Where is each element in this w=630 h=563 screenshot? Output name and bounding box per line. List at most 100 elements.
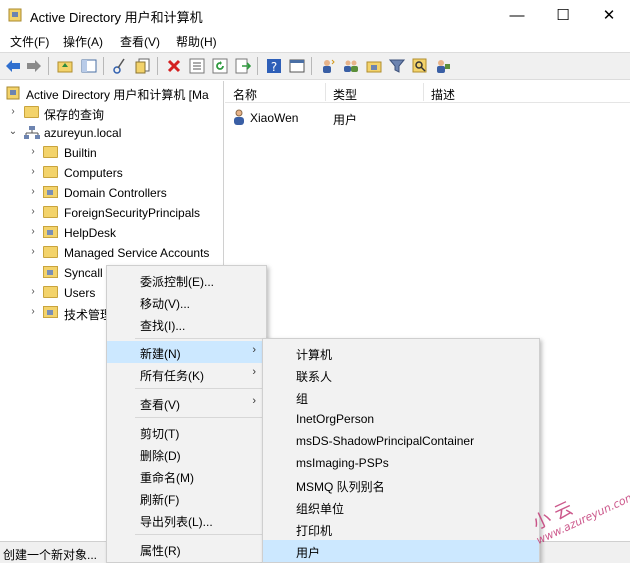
column-header-type[interactable]: 类型 <box>333 86 357 103</box>
folder-icon <box>43 206 58 218</box>
menu-item-delegate-control[interactable]: 委派控制(E)... <box>107 269 266 291</box>
tree-item-label: Users <box>64 286 96 300</box>
menu-item-cut[interactable]: 剪切(T) <box>107 421 266 443</box>
submenu-item-msds-shadow-principal-container[interactable]: msDS-ShadowPrincipalContainer <box>263 430 539 452</box>
user-icon <box>232 109 246 125</box>
export-icon[interactable] <box>234 57 252 75</box>
menu-view[interactable]: 查看(V) <box>120 33 160 50</box>
chevron-right-icon[interactable]: › <box>28 226 38 237</box>
forward-arrow-icon[interactable] <box>25 57 43 75</box>
chevron-down-icon[interactable]: ⌄ <box>8 126 18 137</box>
add-to-group-icon[interactable] <box>434 57 452 75</box>
tree-item-saved-queries[interactable]: › 保存的查询 <box>0 103 223 123</box>
close-button[interactable]: ✕ <box>586 0 630 30</box>
menu-file[interactable]: 文件(F) <box>10 33 49 50</box>
folder-icon <box>24 106 39 118</box>
show-tree-icon[interactable] <box>80 57 98 75</box>
maximize-button[interactable]: ☐ <box>540 0 586 30</box>
tree-item-label: HelpDesk <box>64 226 117 240</box>
tree-item-domain-controllers[interactable]: › Domain Controllers <box>0 183 223 203</box>
column-header-description[interactable]: 描述 <box>431 86 455 103</box>
menu-item-view[interactable]: 查看(V) › <box>107 392 266 414</box>
menu-bar: 文件(F) 操作(A) 查看(V) 帮助(H) <box>0 30 630 52</box>
submenu-item-contact[interactable]: 联系人 <box>263 364 539 386</box>
svg-text:?: ? <box>271 60 277 74</box>
ou-folder-icon <box>43 306 58 318</box>
menu-item-properties[interactable]: 属性(R) <box>107 538 266 560</box>
status-text: 创建一个新对象... <box>3 548 98 562</box>
tree-item-label: Builtin <box>64 146 97 160</box>
chevron-right-icon[interactable]: › <box>28 166 38 177</box>
new-ou-icon[interactable] <box>365 57 383 75</box>
submenu-item-ou[interactable]: 组织单位 <box>263 496 539 518</box>
tree-item-label: Domain Controllers <box>64 186 167 200</box>
chevron-right-icon: › <box>252 395 256 407</box>
chevron-right-icon[interactable]: › <box>8 106 18 117</box>
tree-item-computers[interactable]: › Computers <box>0 163 223 183</box>
back-arrow-icon[interactable] <box>4 57 22 75</box>
minimize-button[interactable]: — <box>494 0 540 30</box>
window-title: Active Directory 用户和计算机 <box>30 10 203 25</box>
tree-item-helpdesk[interactable]: › HelpDesk <box>0 223 223 243</box>
chevron-right-icon[interactable]: › <box>28 246 38 257</box>
refresh-icon[interactable] <box>211 57 229 75</box>
menu-item-find[interactable]: 查找(I)... <box>107 313 266 335</box>
tree-item-label: Managed Service Accounts <box>64 246 210 260</box>
chevron-right-icon[interactable]: › <box>28 306 38 317</box>
new-group-icon[interactable] <box>342 57 360 75</box>
submenu-item-group[interactable]: 组 <box>263 386 539 408</box>
find-icon[interactable] <box>411 57 429 75</box>
tree-item-label: 技术管理 <box>64 308 113 322</box>
tree-root-label: Active Directory 用户和计算机 [Ma <box>26 88 209 102</box>
chevron-right-icon[interactable]: › <box>28 206 38 217</box>
menu-action[interactable]: 操作(A) <box>63 33 103 50</box>
tree-item-label: ForeignSecurityPrincipals <box>64 206 201 220</box>
list-header: 名称 类型 描述 <box>225 81 630 103</box>
context-menu: 委派控制(E)... 移动(V)... 查找(I)... 新建(N) › 所有任… <box>106 265 267 563</box>
list-item-name: XiaoWen <box>250 111 299 125</box>
menu-item-delete[interactable]: 删除(D) <box>107 443 266 465</box>
tree-item-foreign-security-principals[interactable]: › ForeignSecurityPrincipals <box>0 203 223 223</box>
delete-icon[interactable] <box>165 57 183 75</box>
menu-item-new[interactable]: 新建(N) › <box>107 341 266 363</box>
list-item-type: 用户 <box>333 113 358 127</box>
view-icon[interactable] <box>288 57 306 75</box>
submenu-item-inetorgperson[interactable]: InetOrgPerson <box>263 408 539 430</box>
menu-help[interactable]: 帮助(H) <box>176 33 217 50</box>
tree-item-builtin[interactable]: › Builtin <box>0 143 223 163</box>
submenu-item-msimaging-psps[interactable]: msImaging-PSPs <box>263 452 539 474</box>
menu-item-rename[interactable]: 重命名(M) <box>107 465 266 487</box>
filter-icon[interactable] <box>388 57 406 75</box>
tree-root[interactable]: Active Directory 用户和计算机 [Ma <box>0 83 223 103</box>
ou-folder-icon <box>43 266 58 278</box>
submenu-item-msmq-queue-alias[interactable]: MSMQ 队列别名 <box>263 474 539 496</box>
tree-item-managed-service-accounts[interactable]: › Managed Service Accounts <box>0 243 223 263</box>
menu-item-all-tasks[interactable]: 所有任务(K) › <box>107 363 266 385</box>
title-bar: Active Directory 用户和计算机 — ☐ ✕ <box>0 0 630 30</box>
submenu-item-printer[interactable]: 打印机 <box>263 518 539 540</box>
column-header-name[interactable]: 名称 <box>233 86 257 103</box>
submenu-item-user[interactable]: 用户 <box>263 540 539 562</box>
tree-item-label: Syncall <box>64 266 103 280</box>
help-icon[interactable]: ? <box>265 57 283 75</box>
menu-item-export-list[interactable]: 导出列表(L)... <box>107 509 266 531</box>
folder-icon <box>43 146 58 158</box>
chevron-right-icon[interactable]: › <box>28 186 38 197</box>
ou-folder-icon <box>43 226 58 238</box>
copy-icon[interactable] <box>134 57 152 75</box>
maximize-icon: ☐ <box>556 7 570 24</box>
new-user-icon[interactable] <box>319 57 337 75</box>
ad-app-icon <box>8 7 24 23</box>
submenu-item-computer[interactable]: 计算机 <box>263 342 539 364</box>
menu-item-move[interactable]: 移动(V)... <box>107 291 266 313</box>
chevron-right-icon[interactable]: › <box>28 286 38 297</box>
minimize-icon: — <box>509 6 525 24</box>
domain-icon <box>24 126 40 140</box>
tree-item-domain[interactable]: ⌄ azureyun.local <box>0 123 223 143</box>
cut-icon[interactable] <box>111 57 129 75</box>
chevron-right-icon[interactable]: › <box>28 146 38 157</box>
properties-icon[interactable] <box>188 57 206 75</box>
folder-icon <box>43 246 58 258</box>
menu-item-refresh[interactable]: 刷新(F) <box>107 487 266 509</box>
up-folder-icon[interactable] <box>56 57 74 75</box>
